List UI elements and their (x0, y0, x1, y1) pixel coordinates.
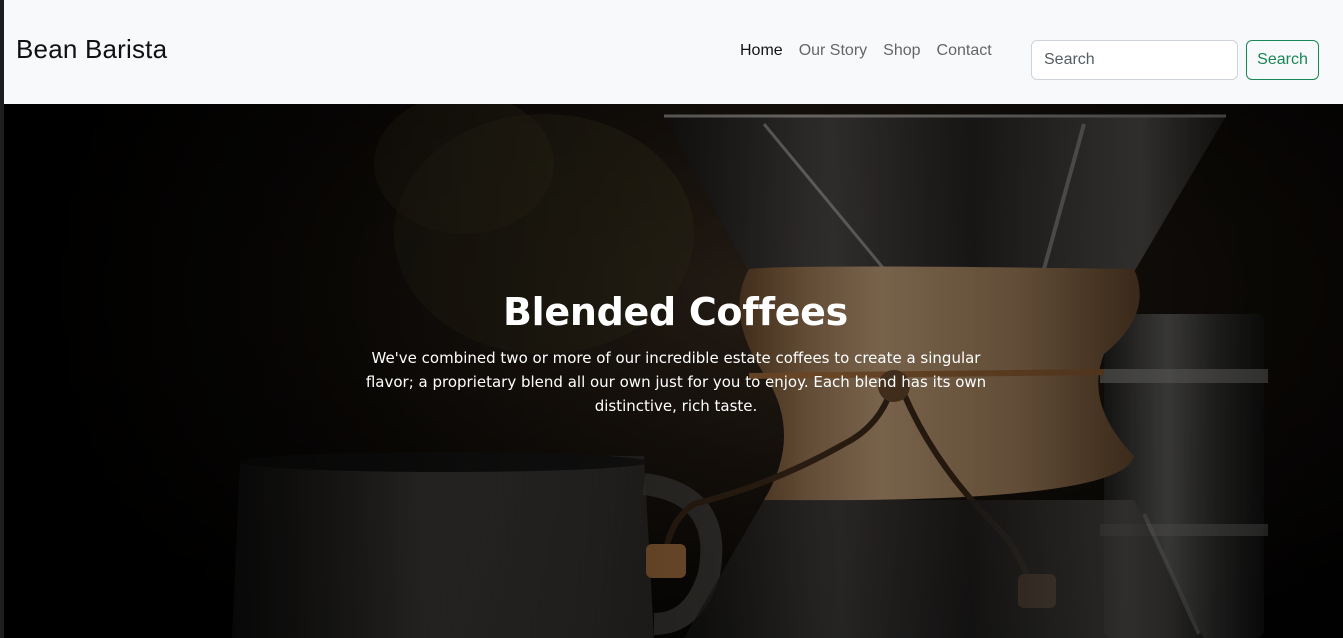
search-button[interactable]: Search (1246, 40, 1319, 80)
hero-title: Blended Coffees (503, 290, 848, 334)
search-input[interactable] (1031, 40, 1238, 80)
nav-item-contact: Contact (937, 42, 992, 60)
nav-link-shop[interactable]: Shop (883, 42, 920, 59)
nav-links: Home Our Story Shop Contact (740, 42, 992, 60)
nav-item-home: Home (740, 42, 783, 60)
nav-item-our-story: Our Story (799, 42, 867, 60)
brand-logo[interactable]: Bean Barista (16, 34, 167, 65)
nav-item-shop: Shop (883, 42, 920, 60)
nav-link-home[interactable]: Home (740, 42, 783, 59)
nav-link-our-story[interactable]: Our Story (799, 42, 867, 59)
nav-link-contact[interactable]: Contact (937, 42, 992, 59)
navbar: Bean Barista Home Our Story Shop Contact… (4, 0, 1343, 104)
hero-description: We've combined two or more of our incred… (365, 349, 987, 415)
hero-section: Blended Coffees We've combined two or mo… (4, 104, 1343, 638)
